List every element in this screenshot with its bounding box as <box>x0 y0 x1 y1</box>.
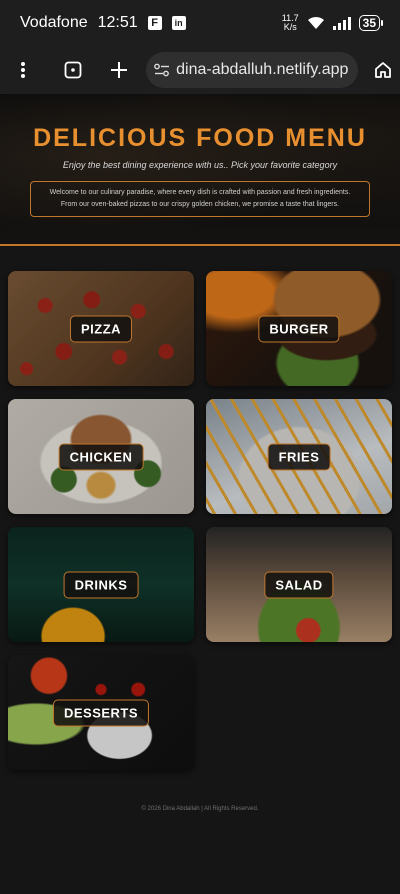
category-label: DESSERTS <box>52 699 150 726</box>
wifi-icon <box>307 16 324 29</box>
category-card-drinks[interactable]: DRINKS <box>8 527 194 642</box>
category-card-chicken[interactable]: CHICKEN <box>8 399 194 514</box>
menu-button[interactable] <box>6 53 40 87</box>
battery-icon: 35 <box>358 15 384 31</box>
network-speed-unit: K/s <box>283 22 297 32</box>
clock: 12:51 <box>97 14 138 31</box>
tabs-icon <box>64 61 81 79</box>
category-card-burger[interactable]: BURGER <box>206 271 392 386</box>
more-vertical-icon <box>20 62 25 78</box>
linkedin-icon: in <box>171 16 186 30</box>
new-tab-button[interactable] <box>102 53 136 87</box>
footer-copyright: © 2026 Dina Abdallah | All Rights Reserv… <box>141 806 259 812</box>
carrier-name: Vodafone <box>20 14 88 31</box>
category-label: SALAD <box>264 571 334 598</box>
home-button[interactable] <box>366 53 400 87</box>
tabs-button[interactable] <box>56 53 90 87</box>
page-title: DELICIOUS FOOD MENU <box>33 124 367 152</box>
welcome-description: Welcome to our culinary paradise, where … <box>30 181 370 217</box>
facebook-icon: F <box>147 16 162 30</box>
network-speed: 11.7 K/s <box>282 14 299 32</box>
category-label: BURGER <box>258 315 340 342</box>
plus-icon <box>111 62 128 78</box>
battery-level: 35 <box>362 16 376 30</box>
home-icon <box>375 62 392 78</box>
browser-toolbar: dina-abdalluh.netlify.app <box>0 46 400 94</box>
description-line: From our oven-baked pizzas to our crispy… <box>60 201 340 208</box>
category-label: CHICKEN <box>58 443 144 470</box>
category-label: FRIES <box>267 443 331 470</box>
hero-header: DELICIOUS FOOD MENU Enjoy the best dinin… <box>0 94 400 246</box>
category-card-salad[interactable]: SALAD <box>206 527 392 642</box>
category-card-desserts[interactable]: DESSERTS <box>8 655 194 770</box>
category-label: DRINKS <box>63 571 139 598</box>
category-label: PIZZA <box>69 315 133 342</box>
status-bar: Vodafone 12:51 F in 11.7 K/s 35 <box>0 0 400 46</box>
description-line: Welcome to our culinary paradise, where … <box>49 189 351 196</box>
url-text: dina-abdalluh.netlify.app <box>176 61 349 78</box>
signal-icon <box>332 16 351 30</box>
address-bar[interactable]: dina-abdalluh.netlify.app <box>146 52 359 88</box>
page-subtitle: Enjoy the best dining experience with us… <box>62 160 338 170</box>
site-settings-icon <box>154 63 170 77</box>
category-card-fries[interactable]: FRIES <box>206 399 392 514</box>
category-card-pizza[interactable]: PIZZA <box>8 271 194 386</box>
